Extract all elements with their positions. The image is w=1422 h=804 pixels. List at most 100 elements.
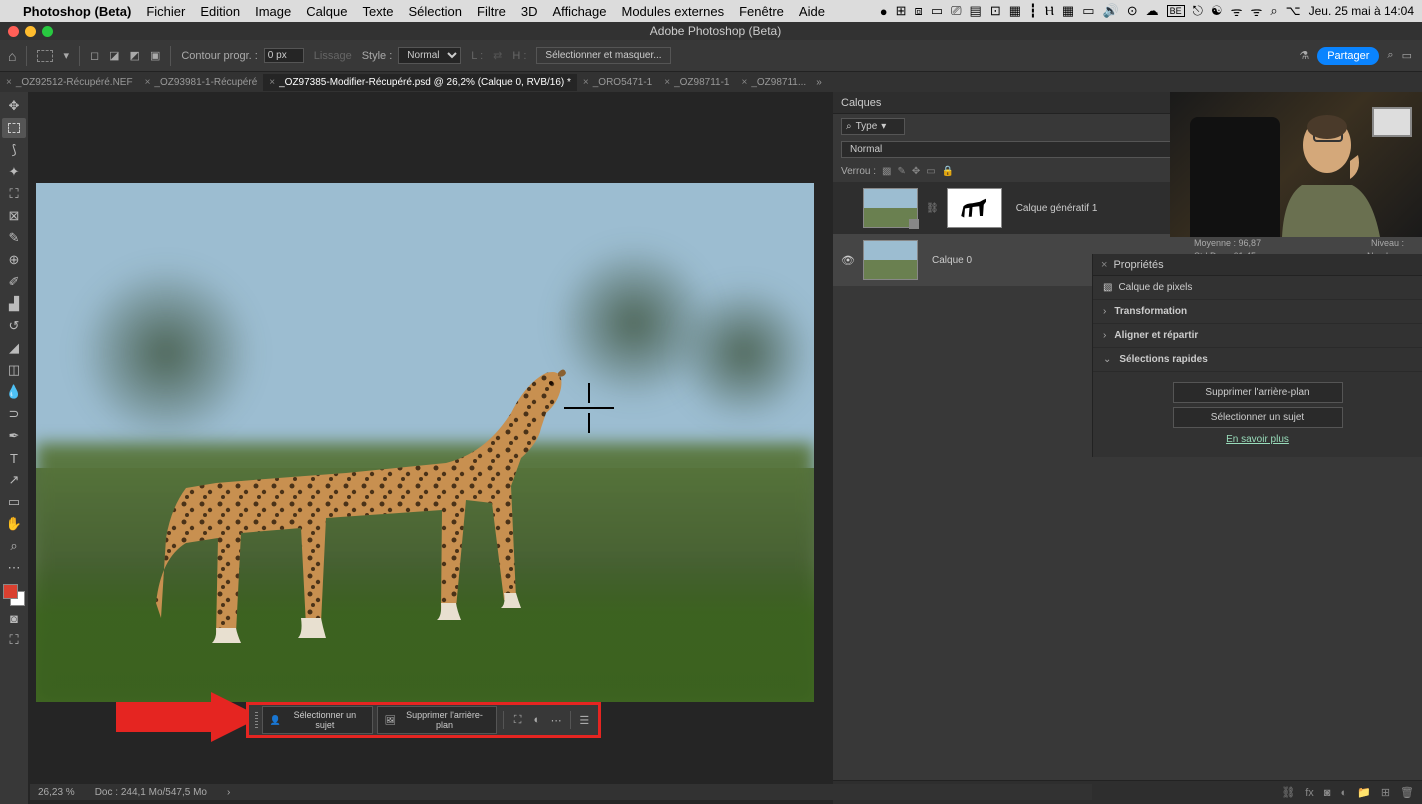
properties-panel-tab[interactable]: × Propriétés	[1093, 254, 1422, 276]
mask-icon[interactable]: ◙	[1324, 787, 1331, 799]
lock-position-icon[interactable]: ✥	[912, 166, 920, 177]
color-swatches[interactable]	[3, 584, 25, 606]
play-icon[interactable]: ⊙	[1127, 3, 1138, 19]
layer-thumbnail[interactable]	[863, 240, 918, 280]
tools-icon[interactable]: Ⲏ	[1045, 3, 1054, 19]
lock-all-icon[interactable]: 🔒	[942, 166, 954, 177]
close-icon[interactable]: ×	[583, 77, 589, 88]
close-icon[interactable]: ×	[145, 77, 151, 88]
close-icon[interactable]: ×	[1101, 259, 1107, 271]
beaker-icon[interactable]: ⚗	[1299, 49, 1309, 62]
pen-tool[interactable]: ✒	[2, 426, 26, 446]
menu-texte[interactable]: Texte	[362, 4, 393, 19]
timemachine-icon[interactable]: ☯	[1211, 3, 1223, 19]
fx-icon[interactable]: fx	[1305, 787, 1314, 799]
layer-mask-thumbnail[interactable]	[947, 188, 1002, 228]
selection-subtract-icon[interactable]: ◩	[130, 49, 140, 62]
lasso-tool[interactable]: ⟆	[2, 140, 26, 160]
battery-icon[interactable]: ᯤ	[1231, 2, 1243, 20]
adjustment-layer-icon[interactable]: ◐	[1340, 787, 1347, 799]
hand-tool[interactable]: ✋	[2, 514, 26, 534]
home-icon[interactable]: ⌂	[8, 48, 16, 64]
lock-artboard-icon[interactable]: ▭	[926, 166, 935, 177]
quickmask-tool[interactable]: ◙	[2, 608, 26, 628]
dodge-tool[interactable]: ⊃	[2, 404, 26, 424]
foreground-color-swatch[interactable]	[3, 584, 18, 599]
monitor-icon[interactable]: ▭	[1082, 3, 1094, 19]
zoom-tool[interactable]: ⌕	[2, 536, 26, 556]
selection-new-icon[interactable]: ◻	[90, 49, 99, 62]
wifi-icon[interactable]: ᯤ	[1250, 2, 1262, 20]
swap-icon[interactable]: ⇄	[493, 49, 502, 62]
menubar-datetime[interactable]: Jeu. 25 mai à 14:04	[1309, 4, 1414, 18]
stamp-tool[interactable]: ▟	[2, 294, 26, 314]
remove-background-button[interactable]: 🖼Supprimer l'arrière-plan	[377, 706, 497, 734]
menu-selection[interactable]: Sélection	[409, 4, 462, 19]
type-tool[interactable]: T	[2, 448, 26, 468]
menu-calque[interactable]: Calque	[306, 4, 347, 19]
chevron-down-icon[interactable]: ▾	[63, 49, 69, 62]
controlcenter-icon[interactable]: ⌥	[1286, 3, 1301, 19]
document-canvas[interactable]	[36, 183, 814, 702]
tab-overflow-icon[interactable]: »	[812, 77, 826, 88]
document-tab[interactable]: ×_ORO5471-1	[577, 74, 658, 91]
search-icon[interactable]: ⌕	[1270, 3, 1277, 19]
layer-thumbnail[interactable]	[863, 188, 918, 228]
properties-icon[interactable]: ☰	[577, 712, 592, 728]
menu-filtre[interactable]: Filtre	[477, 4, 506, 19]
search-icon[interactable]: ⌕	[1387, 49, 1393, 62]
style-select[interactable]: Normal	[398, 47, 461, 64]
gradient-tool[interactable]: ◫	[2, 360, 26, 380]
volume-icon[interactable]: 🔊	[1103, 3, 1119, 19]
doc-size[interactable]: Doc : 244,1 Mo/547,5 Mo	[95, 787, 207, 798]
share-button[interactable]: Partager	[1317, 47, 1379, 65]
task-icon[interactable]: ▤	[970, 3, 982, 19]
more-icon[interactable]: ⋯	[548, 712, 563, 728]
document-tab[interactable]: ×_OZ93981-1-Récupéré	[139, 74, 264, 91]
wand-tool[interactable]: ✦	[2, 162, 26, 182]
transform-section[interactable]: Transformation	[1093, 300, 1422, 324]
cloud-icon[interactable]: ☁	[1146, 3, 1159, 19]
eraser-tool[interactable]: ◢	[2, 338, 26, 358]
selection-add-icon[interactable]: ◪	[109, 49, 119, 62]
document-tab[interactable]: ×_OZ97385-Modifier-Récupéré.psd @ 26,2% …	[263, 74, 577, 91]
learn-more-link[interactable]: En savoir plus	[1103, 434, 1412, 445]
menu-aide[interactable]: Aide	[799, 4, 825, 19]
menu-fichier[interactable]: Fichier	[146, 4, 185, 19]
align-section[interactable]: Aligner et répartir	[1093, 324, 1422, 348]
eyedropper-tool[interactable]: ✎	[2, 228, 26, 248]
document-tab[interactable]: ×_OZ98711-1	[658, 74, 735, 91]
marquee-tool-preset[interactable]	[37, 50, 53, 62]
edit-toolbar[interactable]: ⋯	[2, 558, 26, 578]
menu-edition[interactable]: Edition	[200, 4, 240, 19]
group-icon[interactable]: 📁	[1357, 786, 1371, 799]
be-icon[interactable]: BE	[1167, 5, 1185, 17]
brush-tool[interactable]: ✐	[2, 272, 26, 292]
bluetooth-icon[interactable]: ⎋	[1193, 3, 1203, 19]
document-tab[interactable]: ×_OZ98711...	[735, 74, 812, 91]
history-brush-tool[interactable]: ↺	[2, 316, 26, 336]
close-icon[interactable]: ×	[741, 77, 747, 88]
menu-modules[interactable]: Modules externes	[621, 4, 724, 19]
record-icon[interactable]: ●	[880, 4, 888, 19]
document-tab[interactable]: ×_OZ92512-Récupéré.NEF	[0, 74, 139, 91]
shape-tool[interactable]: ▭	[2, 492, 26, 512]
drag-handle-icon[interactable]	[255, 712, 258, 728]
window-close-button[interactable]	[8, 26, 19, 37]
lock-paint-icon[interactable]: ✎	[897, 166, 905, 177]
link-icon[interactable]: ⛓	[926, 203, 939, 214]
delete-icon[interactable]: 🗑	[1400, 786, 1414, 799]
window-zoom-button[interactable]	[42, 26, 53, 37]
screen-icon[interactable]: ⎚	[951, 3, 961, 19]
menu-image[interactable]: Image	[255, 4, 291, 19]
workspace-icon[interactable]: ▭	[1402, 49, 1412, 62]
display-icon[interactable]: ▭	[931, 3, 943, 19]
frame-tool[interactable]: ⊠	[2, 206, 26, 226]
select-subject-button[interactable]: Sélectionner un sujet	[1173, 407, 1343, 428]
quick-actions-section[interactable]: Sélections rapides	[1093, 348, 1422, 372]
crop-tool[interactable]: ⛶	[2, 184, 26, 204]
select-subject-button[interactable]: 👤Sélectionner un sujet	[262, 706, 373, 734]
drive-icon[interactable]: ⊡	[990, 3, 1001, 19]
move-tool[interactable]: ✥	[2, 96, 26, 116]
selection-intersect-icon[interactable]: ▣	[150, 49, 160, 62]
